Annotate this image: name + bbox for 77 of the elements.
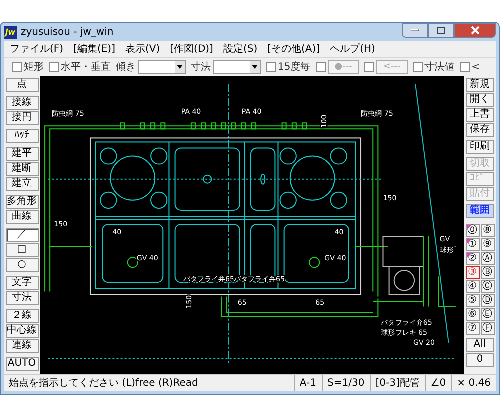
tool-button[interactable]: 印刷 — [466, 140, 494, 154]
checkbox-label: 寸法値 — [424, 60, 455, 74]
layer-button[interactable]: Ⓒ — [480, 280, 494, 293]
menu-item[interactable]: [その他(A)] — [268, 42, 320, 56]
tool-button[interactable]: 保存 — [466, 123, 494, 137]
status-text: S=1/30 — [322, 375, 370, 391]
tool-button[interactable]: ／ — [6, 228, 38, 242]
maximize-button[interactable] — [428, 23, 454, 38]
layer-group-button[interactable]: All — [466, 338, 494, 352]
tool-button[interactable]: 文字 — [6, 276, 38, 290]
layer-group-button[interactable]: 0 — [466, 353, 494, 367]
checkbox[interactable] — [412, 62, 423, 72]
field-label: 寸法 — [191, 60, 211, 74]
status-text: × 0.46 — [451, 375, 496, 391]
tool-button[interactable]: 建断 — [6, 162, 38, 176]
dropdown-field[interactable] — [138, 60, 186, 74]
tool-button[interactable]: 上書 — [466, 108, 494, 122]
tool-button[interactable]: AUTO — [6, 357, 38, 371]
tool-button[interactable]: 建立 — [6, 177, 38, 191]
layer-button[interactable]: ① — [466, 238, 480, 251]
caret-icon — [252, 65, 258, 69]
layer-button[interactable]: Ⓑ — [480, 266, 494, 279]
tool-button[interactable]: 開く — [466, 93, 494, 107]
layer-button[interactable]: Ⓔ — [480, 308, 494, 321]
layer-button[interactable]: ⑦ — [466, 322, 480, 335]
tool-button[interactable]: 範囲 — [466, 204, 494, 218]
checkbox[interactable] — [266, 62, 276, 72]
layer-button[interactable]: Ⓐ — [480, 252, 494, 265]
menu-item[interactable]: 設定(S) — [223, 42, 258, 56]
tool-button[interactable]: ○ — [6, 258, 38, 272]
status-text: 始点を指示してください (L)free (R)Read — [8, 376, 200, 391]
tool-button[interactable]: 曲線 — [6, 210, 38, 224]
checkbox[interactable] — [49, 62, 59, 72]
checkbox-label: < — [472, 62, 480, 72]
layer-button[interactable]: ④ — [466, 280, 480, 293]
tool-button[interactable]: 接線 — [6, 96, 38, 110]
status-text: [0-3]配管 — [370, 375, 425, 391]
layer-button[interactable]: Ⓓ — [480, 294, 494, 307]
close-icon — [470, 26, 480, 35]
tool-button[interactable]: 建平 — [6, 147, 38, 161]
menu-item[interactable]: ヘルプ(H) — [330, 42, 376, 56]
layer-button[interactable]: ③ — [466, 266, 480, 279]
menu-item[interactable]: 表示(V) — [126, 42, 160, 56]
tool-button[interactable]: ２線 — [6, 309, 38, 323]
layer-button[interactable]: ⑨ — [480, 238, 494, 251]
tool-button[interactable]: 点 — [6, 78, 38, 92]
checkbox[interactable] — [460, 62, 470, 72]
close-button[interactable] — [454, 23, 496, 38]
menu-item[interactable]: ファイル(F) — [10, 42, 64, 56]
layer-button[interactable]: Ⓕ — [480, 322, 494, 335]
maximize-icon — [436, 26, 446, 34]
status-text: A-1 — [294, 375, 322, 391]
minimize-icon — [411, 29, 419, 32]
tool-button[interactable]: 接円 — [6, 111, 38, 125]
layer-button[interactable]: ② — [466, 252, 480, 265]
tool-button[interactable]: □ — [6, 243, 38, 257]
caret-icon — [177, 65, 183, 69]
checkbox[interactable] — [12, 62, 22, 72]
tool-button[interactable]: ﾊｯﾁ — [6, 129, 38, 143]
app-icon: jw — [4, 26, 17, 38]
tool-button[interactable]: 寸法 — [6, 291, 38, 305]
layer-button[interactable]: ⑤ — [466, 294, 480, 307]
window-title: zyusuisou - jw_win — [21, 26, 115, 38]
layer-button[interactable]: ⑥ — [466, 308, 480, 321]
tool-button[interactable]: 連線 — [6, 339, 38, 353]
tool-button[interactable]: 中心線 — [6, 324, 38, 338]
field-label: 傾き — [116, 61, 136, 74]
dropdown-field[interactable] — [213, 60, 261, 74]
menu-item[interactable]: [編集(E)] — [74, 42, 116, 56]
status-text: ∠0 — [424, 375, 452, 391]
checkbox-label: 矩形 — [24, 61, 44, 74]
layer-button[interactable]: ⑧ — [480, 224, 494, 237]
checkbox-label: 15度毎 — [278, 60, 311, 74]
tool-button[interactable]: 多角形 — [6, 195, 38, 209]
checkbox-label: 水平・垂直 — [61, 60, 111, 74]
menu-item[interactable]: [作図(D)] — [170, 42, 214, 56]
tool-button[interactable]: 新規 — [466, 78, 494, 92]
